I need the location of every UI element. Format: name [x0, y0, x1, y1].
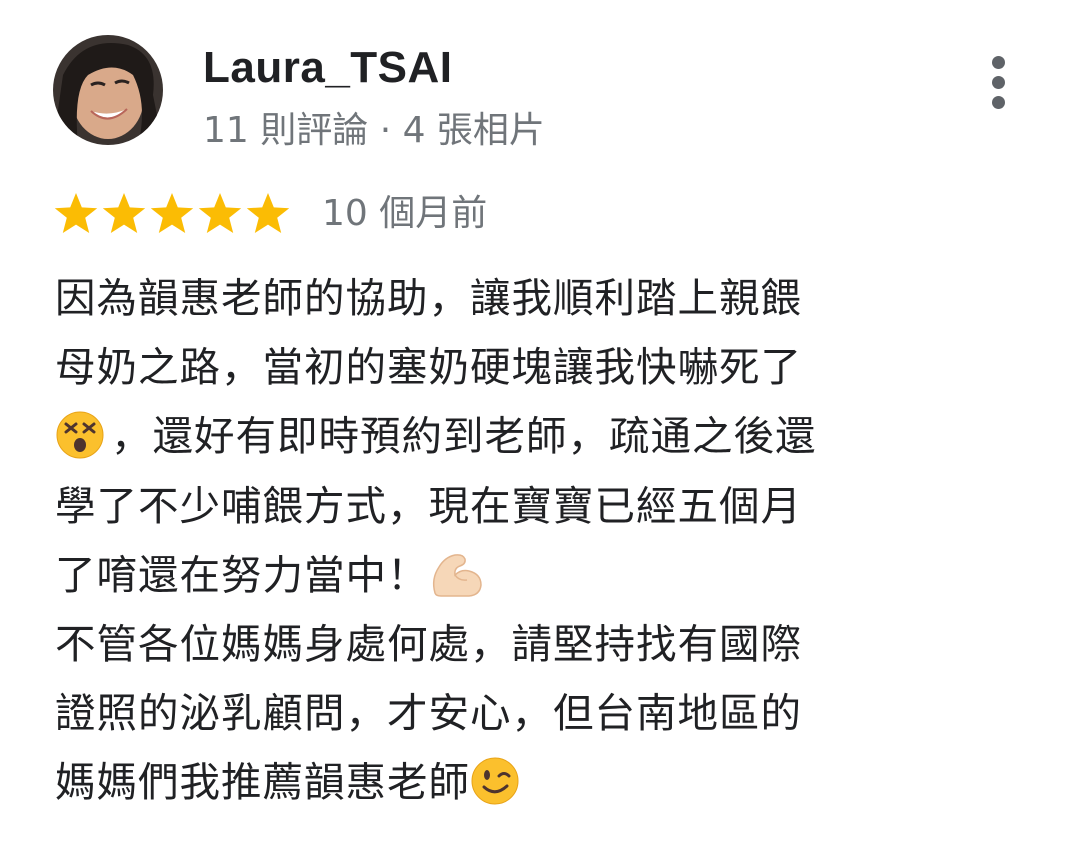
- rating-row: 10 個月前: [52, 186, 487, 242]
- star-icon: [54, 193, 98, 233]
- review-line: 因為韻惠老師的協助，讓我順利踏上親餵: [55, 274, 802, 322]
- review-card: Laura_TSAI 11 則評論 · 4 張相片 10 個月前 因為韻惠老師的…: [0, 0, 1080, 841]
- star-icon: [198, 193, 242, 233]
- review-line: 不管各位媽媽身處何處，請堅持找有國際: [55, 619, 802, 668]
- review-line: 媽媽們我推薦韻惠老師: [55, 748, 955, 817]
- review-text: 因為韻惠老師的協助，讓我順利踏上親餵 母奶之路，當初的塞奶硬塊讓我快嚇死了 ，還…: [55, 264, 955, 818]
- review-line: 學了不少哺餵方式，現在寶寶已經五個月: [55, 481, 802, 530]
- review-line-text: 媽媽們我推薦韻惠老師: [55, 758, 470, 807]
- author-name[interactable]: Laura_TSAI: [203, 40, 453, 96]
- review-line-text: ，還好有即時預約到老師，疏通之後還: [111, 412, 817, 461]
- winking-face-emoji-icon: [470, 756, 520, 806]
- review-time: 10 個月前: [322, 193, 488, 234]
- avatar-photo-icon: [53, 35, 163, 145]
- flexed-biceps-emoji-icon: [429, 549, 482, 599]
- review-line: 母奶之路，當初的塞奶硬塊讓我快嚇死了: [55, 343, 802, 392]
- review-line: ，還好有即時預約到老師，疏通之後還: [55, 402, 955, 471]
- review-line-text: 了唷還在努力當中！: [55, 550, 429, 599]
- more-options-button[interactable]: [972, 50, 1026, 114]
- review-line: 了唷還在努力當中！: [55, 541, 955, 610]
- author-avatar[interactable]: [53, 35, 163, 145]
- star-icon: [102, 193, 146, 233]
- star-icon: [246, 193, 290, 233]
- dizzy-face-emoji-icon: [55, 410, 105, 460]
- star-icon: [150, 193, 194, 233]
- more-vert-icon-dot: [992, 76, 1005, 89]
- more-vert-icon-dot: [992, 96, 1005, 109]
- more-vert-icon-dot: [992, 56, 1005, 69]
- review-line: 證照的泌乳顧問，才安心，但台南地區的: [55, 689, 802, 738]
- star-rating: [52, 191, 292, 237]
- author-meta: 11 則評論 · 4 張相片: [203, 110, 545, 151]
